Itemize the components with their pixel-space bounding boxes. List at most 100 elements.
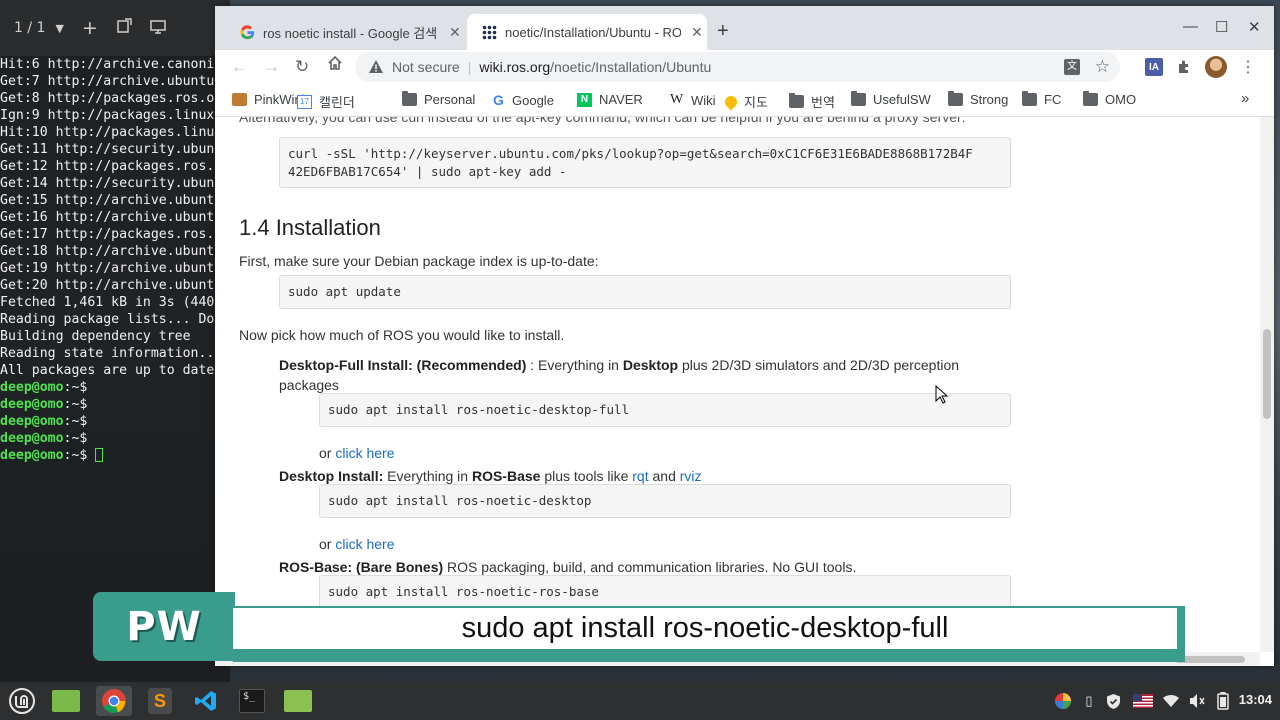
sublime-text-icon[interactable]: S (144, 686, 176, 716)
shield-icon[interactable] (1104, 692, 1122, 710)
browser-window: ros noetic install - Google 검색 ✕ noetic/… (215, 6, 1274, 666)
page-content[interactable]: Alternatively, you can use curl instead … (215, 117, 1274, 666)
clipboard-icon[interactable]: ▯ (1080, 692, 1098, 710)
reload-icon[interactable]: ↻ (295, 57, 309, 77)
close-tab-icon[interactable]: ✕ (449, 24, 461, 41)
prompt-path: :~$ (63, 397, 88, 412)
bookmark-fc[interactable]: FC (1022, 91, 1061, 107)
bookmark-label: 번역 (811, 95, 835, 110)
tab-title: noetic/Installation/Ubuntu - ROS Wiki (505, 24, 681, 40)
file-manager-icon[interactable] (282, 686, 314, 716)
more-menu-icon[interactable]: ⋮ (1239, 58, 1257, 76)
detach-tab-icon[interactable] (116, 18, 132, 38)
wifi-icon[interactable] (1162, 692, 1180, 710)
section-heading: 1.4 Installation (239, 215, 381, 240)
bookmark-label: UsefulSW (873, 92, 931, 107)
split-view-icon[interactable] (150, 18, 166, 38)
bookmark-naver[interactable]: N NAVER (577, 92, 643, 107)
mouse-cursor-icon (935, 385, 949, 404)
prompt-user: deep@omo (0, 448, 64, 463)
bookmark-strong[interactable]: Strong (948, 91, 1009, 107)
terminal-app-icon[interactable]: $_ (236, 686, 268, 716)
vertical-scrollbar[interactable] (1260, 117, 1274, 652)
bookmark-지도[interactable]: 지도 (722, 92, 768, 111)
terminal-page-indicator[interactable]: 1 / 1 (14, 20, 45, 36)
code-line: sudo apt update (288, 284, 401, 299)
taskbar: S $_ ▯ 13:04 (0, 682, 1280, 720)
bookmark-캘린더[interactable]: 17 캘린더 (297, 92, 355, 111)
close-window-icon[interactable]: ✕ (1248, 18, 1261, 36)
text: Everything in (383, 468, 472, 484)
tab-ros-wiki[interactable]: noetic/Installation/Ubuntu - ROS Wiki ✕ (467, 14, 707, 50)
desktop-full-command-block[interactable]: sudo apt install ros-noetic-desktop-full (319, 393, 1011, 427)
terminal-line: Reading package lists... Do (0, 312, 215, 327)
bookmark-omo[interactable]: OMO (1083, 91, 1136, 107)
close-tab-icon[interactable]: ✕ (691, 24, 703, 41)
click-here-link[interactable]: click here (335, 445, 394, 461)
click-here-link[interactable]: click here (335, 536, 394, 552)
bookmark-label: Strong (970, 92, 1009, 107)
bookmark-personal[interactable]: Personal (402, 91, 476, 107)
text: plus tools like (540, 468, 633, 484)
battery-icon[interactable] (1214, 692, 1232, 710)
bookmark-google[interactable]: G Google (493, 92, 554, 108)
more-bookmarks-chevron-icon[interactable]: » (1241, 90, 1249, 107)
bookmark-usefulsw[interactable]: UsefulSW (851, 91, 931, 107)
curl-command-block[interactable]: curl -sSL 'http://keyserver.ubuntu.com/p… (279, 137, 1011, 188)
profile-avatar[interactable] (1205, 56, 1227, 78)
prompt-path: :~$ (63, 380, 88, 395)
warning-icon[interactable] (368, 59, 384, 75)
us-flag-icon[interactable] (1132, 692, 1154, 710)
code-line: 42ED6FBAB17C654' | sudo apt-key add - (288, 164, 567, 179)
bookmark-star-icon[interactable]: ☆ (1095, 57, 1110, 77)
ia-extension-icon[interactable]: IA (1145, 58, 1163, 76)
prompt-path: :~$ (63, 414, 88, 429)
mint-menu-icon[interactable] (6, 686, 38, 716)
show-desktop-icon[interactable] (50, 686, 82, 716)
update-command-block[interactable]: sudo apt update (279, 275, 1011, 309)
terminal-line: Building dependency tree (0, 329, 191, 344)
calendar-icon: 17 (297, 94, 312, 109)
scrollbar-thumb[interactable] (1175, 656, 1245, 663)
terminal-prompt-line: deep@omo:~$ (0, 396, 216, 413)
rviz-link[interactable]: rviz (680, 468, 702, 484)
terminal-line: Hit:6 http://archive.canoni (0, 57, 215, 72)
maximize-icon[interactable]: ☐ (1215, 18, 1228, 36)
new-tab-button[interactable]: + (717, 20, 729, 43)
ros-icon (481, 24, 497, 40)
desktop-full-description-cont: packages (279, 377, 339, 393)
scrollbar-thumb[interactable] (1263, 329, 1271, 419)
extensions-puzzle-icon[interactable] (1175, 58, 1193, 76)
color-picker-icon[interactable] (1054, 692, 1072, 710)
desktop-command-block[interactable]: sudo apt install ros-noetic-desktop (319, 484, 1011, 518)
minimize-icon[interactable]: — (1183, 18, 1198, 35)
volume-icon[interactable] (1188, 692, 1206, 710)
chevron-down-icon[interactable]: ▼ (55, 22, 63, 35)
option-label: Desktop Install: (279, 468, 384, 484)
bookmark-번역[interactable]: 번역 (789, 92, 835, 111)
text: : Everything in (526, 357, 623, 373)
terminal-line: Reading state information.. (0, 346, 215, 361)
vscode-icon[interactable] (190, 686, 222, 716)
chrome-icon[interactable] (96, 686, 132, 716)
terminal-line: Get:15 http://archive.ubunt (0, 193, 215, 208)
url-host: wiki.ros.org (479, 59, 551, 75)
bookmark-label: NAVER (599, 92, 643, 107)
forward-icon[interactable]: → (263, 57, 280, 77)
tab-google-search[interactable]: ros noetic install - Google 검색 ✕ (225, 14, 465, 50)
clock[interactable]: 13:04 (1239, 692, 1272, 707)
back-icon[interactable]: ← (231, 57, 248, 77)
new-tab-plus-icon[interactable]: + (82, 17, 98, 39)
bookmark-wiki[interactable]: W Wiki (670, 92, 716, 108)
alt-link-line: or click here (319, 445, 394, 461)
rqt-link[interactable]: rqt (632, 468, 648, 484)
ros-base-command-block[interactable]: sudo apt install ros-noetic-ros-base (319, 575, 1011, 609)
address-bar[interactable]: Not secure | wiki.ros.org/noetic/Install… (355, 52, 1120, 82)
home-icon[interactable] (327, 55, 343, 76)
terminal-window[interactable]: 1 / 1 ▼ + Hit:6 http://archive.canoni Get… (0, 0, 230, 682)
terminal-prompt-line: deep@omo:~$ (0, 430, 216, 447)
bookmark-label: Personal (424, 92, 476, 107)
terminal-line: Ign:9 http://packages.linux (0, 108, 215, 123)
terminal-output: Hit:6 http://archive.canoni Get:7 http://… (0, 56, 216, 464)
translate-icon[interactable]: 文 (1064, 59, 1080, 75)
